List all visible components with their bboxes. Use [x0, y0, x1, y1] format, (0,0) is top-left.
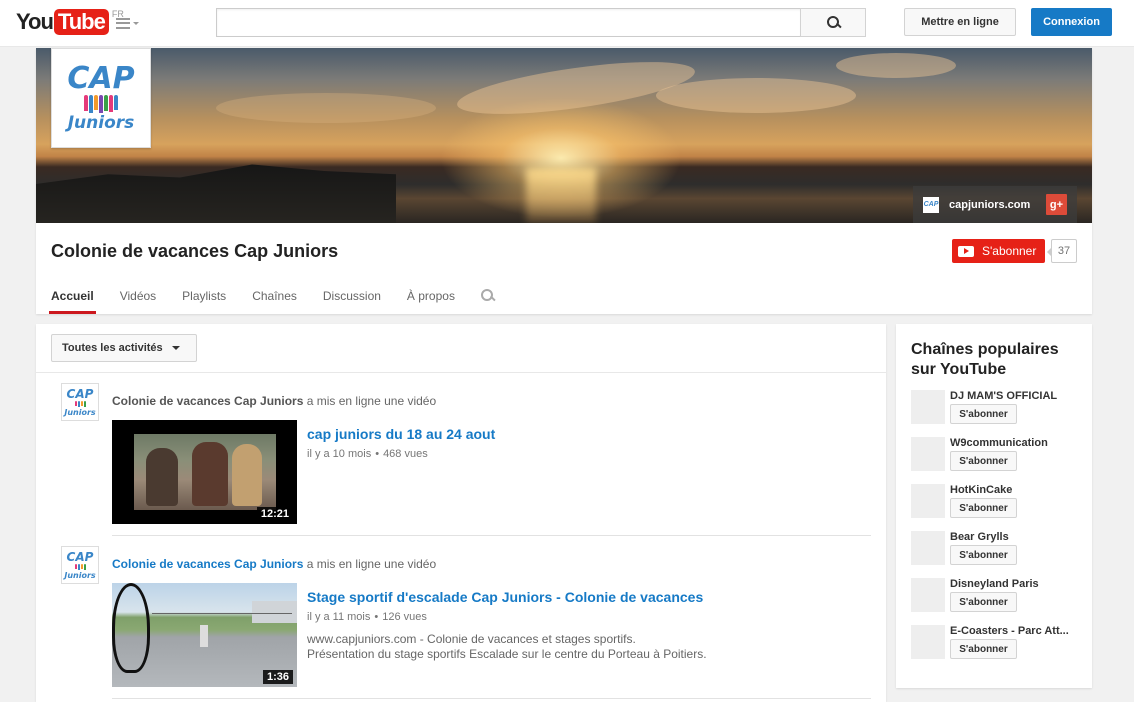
video-thumbnail[interactable]: 1:36 [112, 583, 297, 687]
activity-header: Colonie de vacances Cap Juniors a mis en… [112, 394, 436, 408]
activity-feed: Toutes les activités CAP Juniors Colonie… [36, 324, 886, 702]
author-avatar[interactable]: CAP Juniors [61, 383, 99, 421]
tab-search-button[interactable] [480, 289, 495, 303]
divider [112, 535, 871, 536]
sidebar-channel-name[interactable]: Disneyland Paris [950, 578, 1082, 590]
sidebar-channel-item: HotKinCake S'abonner [911, 484, 1086, 520]
sidebar-channel-item: Disneyland Paris S'abonner [911, 578, 1086, 614]
sidebar-channel-item: DJ MAM'S OFFICIAL S'abonner [911, 390, 1086, 426]
sidebar-subscribe-button[interactable]: S'abonner [950, 545, 1017, 565]
sidebar-subscribe-button[interactable]: S'abonner [950, 498, 1017, 518]
sidebar-channel-item: E-Coasters - Parc Att... S'abonner [911, 625, 1086, 661]
video-description: www.capjuniors.com - Colonie de vacances… [307, 632, 767, 662]
activity-filter-label: Toutes les activités [62, 342, 163, 354]
avatar-logo-bottom: Juniors [67, 113, 135, 133]
sidebar-channel-name[interactable]: HotKinCake [950, 484, 1082, 496]
activity-item: CAP Juniors Colonie de vacances Cap Juni… [36, 383, 886, 533]
video-views: 126 vues [382, 611, 427, 623]
sidebar-subscribe-button[interactable]: S'abonner [950, 404, 1017, 424]
divider [36, 372, 886, 373]
tab-discussion[interactable]: Discussion [323, 288, 381, 314]
video-duration: 1:36 [262, 670, 293, 684]
tab-about[interactable]: À propos [407, 288, 455, 314]
subscribe-label: S'abonner [982, 244, 1037, 258]
popular-channels-sidebar: Chaînes populaires sur YouTube DJ MAM'S … [896, 324, 1092, 688]
channel-thumbnail[interactable] [911, 578, 945, 612]
google-plus-icon[interactable]: g+ [1046, 194, 1067, 215]
search-button[interactable] [800, 8, 866, 37]
video-description-line: Présentation du stage sportifs Escalade … [307, 647, 707, 661]
sidebar-title: Chaînes populaires sur YouTube [911, 341, 1059, 378]
activity-action: a mis en ligne une vidéo [303, 394, 437, 408]
sidebar-channel-name[interactable]: DJ MAM'S OFFICIAL [950, 390, 1082, 402]
website-favicon-icon: CAP [923, 196, 939, 213]
video-meta: il y a 10 mois • 468 vues [307, 448, 428, 460]
chevron-down-icon [171, 346, 180, 350]
chevron-down-icon [133, 21, 139, 25]
activity-header: Colonie de vacances Cap Juniors a mis en… [112, 557, 436, 571]
search-icon [480, 289, 494, 302]
banner-links: CAP capjuniors.com g+ [913, 186, 1077, 223]
upload-button[interactable]: Mettre en ligne [904, 8, 1016, 36]
logo-you-text: You [16, 9, 54, 34]
logo-tube-text: Tube [53, 9, 109, 35]
channel-thumbnail[interactable] [911, 531, 945, 565]
subscriber-count: 37 [1047, 239, 1077, 263]
channel-thumbnail[interactable] [911, 625, 945, 659]
search-icon [826, 16, 840, 29]
tab-videos[interactable]: Vidéos [120, 288, 156, 314]
divider [112, 698, 871, 699]
sidebar-channel-name[interactable]: Bear Grylls [950, 531, 1082, 543]
channel-thumbnail[interactable] [911, 390, 945, 424]
search-input[interactable] [216, 8, 801, 37]
hamburger-icon [116, 17, 130, 29]
website-link[interactable]: capjuniors.com [949, 199, 1030, 211]
youtube-play-icon [958, 245, 974, 257]
video-duration: 12:21 [256, 507, 293, 521]
sidebar-channel-item: W9communication S'abonner [911, 437, 1086, 473]
sidebar-subscribe-button[interactable]: S'abonner [950, 451, 1017, 471]
sidebar-subscribe-button[interactable]: S'abonner [950, 592, 1017, 612]
tab-channels[interactable]: Chaînes [252, 288, 297, 314]
sidebar-subscribe-button[interactable]: S'abonner [950, 639, 1017, 659]
activity-item: CAP Juniors Colonie de vacances Cap Juni… [36, 546, 886, 702]
channel-avatar[interactable]: CAP Juniors [51, 48, 151, 148]
masthead: You Tube FR Mettre en ligne Connexion [0, 0, 1134, 47]
video-title[interactable]: cap juniors du 18 au 24 aout [307, 426, 495, 442]
channel-thumbnail[interactable] [911, 437, 945, 471]
signin-button[interactable]: Connexion [1031, 8, 1112, 36]
sidebar-channel-item: Bear Grylls S'abonner [911, 531, 1086, 567]
video-views: 468 vues [383, 448, 428, 460]
banner-landscape [36, 164, 396, 223]
video-age: il y a 11 mois [307, 611, 371, 623]
activity-author[interactable]: Colonie de vacances Cap Juniors [112, 557, 303, 571]
tab-playlists[interactable]: Playlists [182, 288, 226, 314]
video-thumbnail[interactable]: 12:21 [112, 420, 297, 524]
sidebar-channel-name[interactable]: W9communication [950, 437, 1082, 449]
channel-header: CAP capjuniors.com g+ CAP Juniors Coloni… [36, 48, 1092, 314]
channel-thumbnail[interactable] [911, 484, 945, 518]
avatar-figures [84, 95, 118, 113]
channel-tabs: Accueil Vidéos Playlists Chaînes Discuss… [49, 288, 521, 314]
author-avatar[interactable]: CAP Juniors [61, 546, 99, 584]
video-description-line: www.capjuniors.com - Colonie de vacances… [307, 632, 636, 646]
guide-menu-button[interactable] [116, 15, 142, 31]
video-age: il y a 10 mois [307, 448, 372, 460]
subscribe-button[interactable]: S'abonner [952, 239, 1045, 263]
channel-title[interactable]: Colonie de vacances Cap Juniors [51, 241, 338, 262]
activity-author[interactable]: Colonie de vacances Cap Juniors [112, 394, 303, 408]
video-title[interactable]: Stage sportif d'escalade Cap Juniors - C… [307, 589, 703, 605]
activity-action: a mis en ligne une vidéo [303, 557, 437, 571]
video-meta: il y a 11 mois • 126 vues [307, 611, 427, 623]
tab-home[interactable]: Accueil [49, 288, 96, 314]
youtube-logo[interactable]: You Tube FR [16, 9, 124, 35]
avatar-logo-top: CAP [67, 61, 135, 96]
channel-banner: CAP capjuniors.com g+ [36, 48, 1092, 223]
activity-filter-dropdown[interactable]: Toutes les activités [51, 334, 197, 362]
sidebar-channel-name[interactable]: E-Coasters - Parc Att... [950, 625, 1082, 637]
